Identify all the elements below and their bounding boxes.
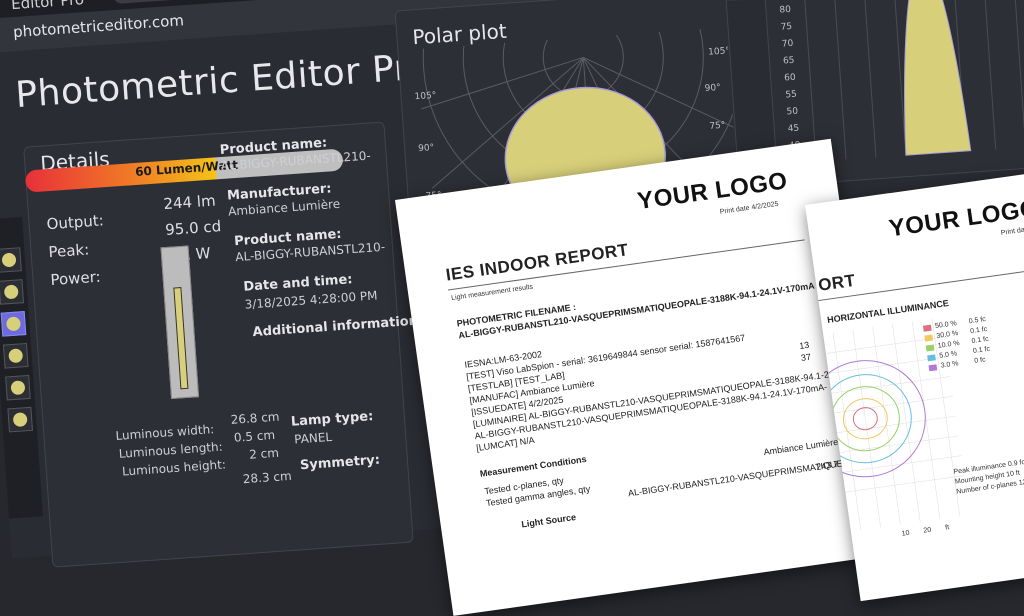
polar-tick-5: 90° xyxy=(418,143,435,154)
right-value-2: 37 xyxy=(800,351,812,363)
legend-pct-5: 5.0 % xyxy=(938,350,958,360)
photometric-icon xyxy=(8,348,24,364)
y-tick-80: 80 xyxy=(779,5,791,16)
y-tick-70: 70 xyxy=(782,39,794,50)
y-tick-75: 75 xyxy=(780,22,792,33)
photometric-icon xyxy=(6,316,21,332)
isolux-axis-ft: ft xyxy=(944,524,950,532)
linear-curve xyxy=(904,0,972,156)
legend-pct-10: 10.0 % xyxy=(937,339,961,350)
legend-fc-50: 0.5 fc xyxy=(968,315,987,326)
url-text: photometriceditor.com xyxy=(12,11,185,42)
power-label: Power: xyxy=(49,267,102,290)
peak-label: Peak: xyxy=(47,240,90,262)
output-value: 244 lm xyxy=(162,191,217,214)
photometric-icon xyxy=(12,412,28,428)
light-source-title: Light Source xyxy=(520,511,577,530)
photometric-icon xyxy=(10,380,26,396)
legend-fc-5: 0.1 fc xyxy=(972,345,991,356)
y-tick-45: 45 xyxy=(787,124,799,135)
sidebar-item-6[interactable] xyxy=(7,406,33,433)
right-value-1: 13 xyxy=(798,339,810,352)
legend-fc-3: 0 fc xyxy=(973,356,987,365)
luminaire-source xyxy=(173,287,189,390)
y-tick-60: 60 xyxy=(784,73,796,84)
sidebar-item-5[interactable] xyxy=(5,374,31,401)
polar-tick-3: 75° xyxy=(709,121,726,132)
photometric-icon xyxy=(1,252,17,268)
legend-pct-30: 30.0 % xyxy=(936,329,959,340)
legend-pct-50: 50.0 % xyxy=(934,320,958,331)
app-brand-title: Photometric Editor Pro xyxy=(14,46,433,117)
legend-fc-30: 0.1 fc xyxy=(969,325,988,336)
sidebar-item-1[interactable] xyxy=(0,247,22,273)
measurement-conditions-title: Measurement Conditions xyxy=(479,453,588,479)
polar-tick-1: 105° xyxy=(708,46,730,57)
legend-swatch-10 xyxy=(925,344,935,352)
y-tick-55: 55 xyxy=(785,90,797,101)
polar-tick-2: 90° xyxy=(704,83,721,94)
sidebar-item-active[interactable] xyxy=(0,311,27,337)
report-title: IES INDOOR REPORT xyxy=(444,240,630,285)
y-tick-50: 50 xyxy=(786,107,798,118)
legend-fc-10: 0.1 fc xyxy=(971,335,990,346)
sidebar-item-2[interactable] xyxy=(0,279,25,305)
legend-pct-3: 3.0 % xyxy=(940,360,959,370)
legend-swatch-3 xyxy=(928,364,938,372)
luminous-length-value: 0.5 cm xyxy=(233,427,276,445)
isolux-axis-10: 10 xyxy=(901,529,910,538)
window-title: Editor Pro xyxy=(10,0,85,14)
legend-swatch-30 xyxy=(924,334,934,342)
y-tick-65: 65 xyxy=(783,56,795,67)
polar-tick-4: 105° xyxy=(414,91,436,102)
photometric-icon xyxy=(3,284,19,300)
lamp-type-value: PANEL xyxy=(293,429,333,447)
manufacturer-value: Ambiance Lumière xyxy=(762,436,839,458)
sidebar-item-4[interactable] xyxy=(2,342,29,369)
legend-swatch-50 xyxy=(922,324,932,332)
isolux-axis-20: 20 xyxy=(923,526,932,535)
luminous-height-value: 2 cm xyxy=(248,445,280,462)
report2-title-fragment: ORT xyxy=(817,270,857,295)
legend-swatch-5 xyxy=(927,354,936,362)
